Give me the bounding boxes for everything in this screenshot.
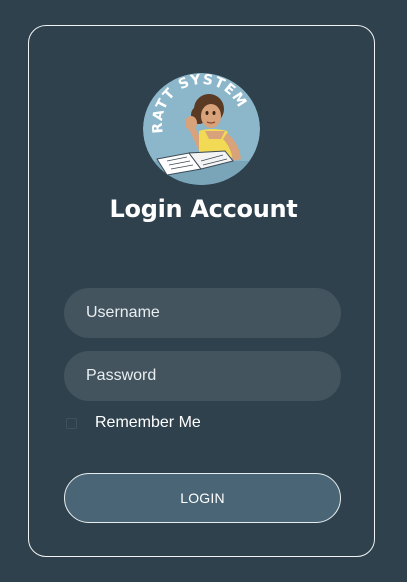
- remember-me-row[interactable]: Remember Me: [66, 413, 201, 433]
- ratt-system-logo: RATT SYSTEM: [143, 73, 260, 185]
- password-field[interactable]: [64, 351, 341, 401]
- login-button[interactable]: LOGIN: [64, 473, 341, 523]
- remember-me-checkbox[interactable]: [66, 417, 77, 429]
- page-title: Login Account: [109, 195, 298, 223]
- remember-me-label: Remember Me: [95, 414, 201, 431]
- username-field[interactable]: [64, 288, 341, 338]
